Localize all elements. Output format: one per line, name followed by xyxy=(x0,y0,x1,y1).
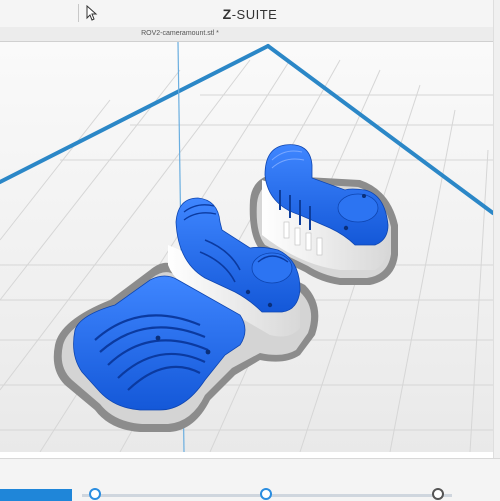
mouse-cursor-icon xyxy=(86,5,98,21)
slider-knob-end[interactable] xyxy=(432,488,444,500)
file-tab-bar: ROV2-cameramount.stl * xyxy=(0,27,500,42)
3d-viewport[interactable] xyxy=(0,41,495,453)
slider-knob-middle[interactable] xyxy=(260,488,272,500)
window-right-edge xyxy=(493,0,500,500)
primary-action-button[interactable] xyxy=(0,489,72,501)
app-title-text: -SUITE xyxy=(231,7,278,22)
bottom-toolbar xyxy=(0,458,500,501)
app-title-logo-letter: Z xyxy=(222,6,232,22)
app-title: Z-SUITE xyxy=(200,6,300,22)
title-bar: Z-SUITE xyxy=(0,0,500,28)
titlebar-divider xyxy=(78,4,79,22)
build-plate-view[interactable] xyxy=(0,41,495,453)
file-tab[interactable]: ROV2-cameramount.stl * xyxy=(100,27,260,41)
slider-knob-start[interactable] xyxy=(89,488,101,500)
